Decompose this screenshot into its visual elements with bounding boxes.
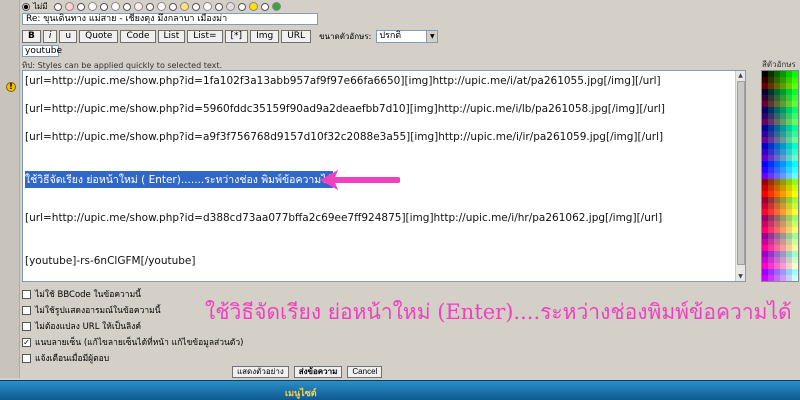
option-notify-reply[interactable]: แจ้งเตือนเมื่อมีผู้ตอบ <box>22 350 243 366</box>
color-palette <box>761 70 799 282</box>
star-icon <box>87 2 97 11</box>
icon-radio-10[interactable] <box>260 2 269 11</box>
editor-line-6: [youtube]-rs-6nClGFM[/youtube] <box>25 255 196 267</box>
underline-button[interactable]: u <box>59 29 78 43</box>
icon-radio-4[interactable] <box>122 2 131 11</box>
editor-line-5: [url=http://upic.me/show.php?id=d388cd73… <box>25 212 663 224</box>
icon-radio-2[interactable] <box>76 2 85 11</box>
option-label: แจ้งเตือนเมื่อมีผู้ตอบ <box>35 354 110 364</box>
icon-radio-9[interactable] <box>237 2 246 11</box>
palette-swatch[interactable] <box>792 275 798 281</box>
font-size-value: ปรกติ <box>379 30 402 41</box>
circle-icon <box>110 2 120 11</box>
warning-icon: ! <box>6 82 16 92</box>
option-label: ไม่ใช้รูปแสดงอารมณ์ในข้อความนี้ <box>35 306 161 316</box>
font-size-label: ขนาดตัวอักษร: <box>319 31 372 41</box>
pink-arrow-icon <box>320 170 400 190</box>
url-button[interactable]: URL <box>281 29 312 43</box>
bbcode-toolbar: B i u Quote Code List List= [*] Img URL … <box>22 29 439 43</box>
quote-button[interactable]: Quote <box>79 29 119 43</box>
disable-url-checkbox[interactable] <box>22 321 31 331</box>
scroll-thumb[interactable] <box>737 81 745 265</box>
sun-icon <box>179 2 189 11</box>
option-label: แนบลายเซ็น (แก้ไขลายเซ็นได้ที่หน้า แก้ไข… <box>35 338 244 348</box>
flower-icon <box>133 2 143 11</box>
question-icon <box>202 2 212 11</box>
face-icon <box>225 2 235 11</box>
code-button[interactable]: Code <box>120 29 156 43</box>
list-button[interactable]: List <box>157 29 186 43</box>
icon-radio-8[interactable] <box>214 2 223 11</box>
option-label: ไม่ต้องแปลง URL ให้เป็นลิงค์ <box>35 322 142 332</box>
list-item-button[interactable]: [*] <box>224 29 249 43</box>
preview-button[interactable]: แสดงตัวอย่าง <box>232 366 289 378</box>
icon-radio-3[interactable] <box>99 2 108 11</box>
form-actions: แสดงตัวอย่าง ส่งข้อความ Cancel <box>232 366 383 378</box>
left-gutter: ! <box>0 0 20 378</box>
annotation-text: ใช้วิธีจัดเรียง ย่อหน้าใหม่ (Enter)....ร… <box>205 300 792 324</box>
tag-input[interactable]: youtube <box>22 45 62 57</box>
site-menu-link[interactable]: เมนูไซต์ <box>285 386 317 400</box>
scroll-up-icon[interactable]: ▲ <box>736 71 745 80</box>
notify-reply-checkbox[interactable] <box>22 353 31 363</box>
bold-button[interactable]: B <box>22 29 41 43</box>
chevron-down-icon[interactable]: ▼ <box>426 30 438 42</box>
disable-bbcode-checkbox[interactable] <box>22 289 31 299</box>
italic-button[interactable]: i <box>42 29 58 43</box>
green-face-icon <box>271 2 281 11</box>
icon-radio-7[interactable] <box>191 2 200 11</box>
happy-face-icon <box>248 2 258 11</box>
mode-radio[interactable] <box>22 2 30 11</box>
icon-radio-5[interactable] <box>145 2 154 11</box>
mode-radio-label: ไม่มี <box>33 2 48 11</box>
editor-scrollbar[interactable]: ▲ ▼ <box>735 71 745 281</box>
editor-line-selected: ใช้วิธีจัดเรียง ย่อหน้าใหม่ ( Enter)....… <box>25 171 334 188</box>
option-attach-signature[interactable]: ✓ แนบลายเซ็น (แก้ไขลายเซ็นได้ที่หน้า แก้ไ… <box>22 334 243 350</box>
heart-icon <box>156 2 166 11</box>
editor-line-3: [url=http://upic.me/show.php?id=a9f3f756… <box>25 131 664 143</box>
cancel-button[interactable]: Cancel <box>347 366 383 378</box>
subject-input[interactable]: Re: ขุนเดินทาง แม่สาย - เชียงตุง มึงกลาบ… <box>22 13 318 25</box>
ordered-list-button[interactable]: List= <box>187 29 223 43</box>
option-label: ไม่ใช้ BBCode ในข้อความนี้ <box>35 290 141 300</box>
submit-button[interactable]: ส่งข้อความ <box>293 366 343 378</box>
img-button[interactable]: Img <box>250 29 280 43</box>
smiley-icon <box>64 2 74 11</box>
icon-radio-6[interactable] <box>168 2 177 11</box>
editor-line-2: [url=http://upic.me/show.php?id=5960fddc… <box>25 103 665 115</box>
attach-signature-checkbox[interactable]: ✓ <box>22 337 31 347</box>
post-icon-row: ไม่มี <box>22 1 281 12</box>
font-size-select[interactable]: ปรกติ ▼ <box>376 29 439 43</box>
footer-bar: เมนูไซต์ <box>0 380 800 400</box>
scroll-down-icon[interactable]: ▼ <box>736 272 745 281</box>
disable-smilies-checkbox[interactable] <box>22 305 31 315</box>
editor-line-1: [url=http://upic.me/show.php?id=1fa102f3… <box>25 75 661 87</box>
icon-radio-1[interactable] <box>53 2 62 11</box>
